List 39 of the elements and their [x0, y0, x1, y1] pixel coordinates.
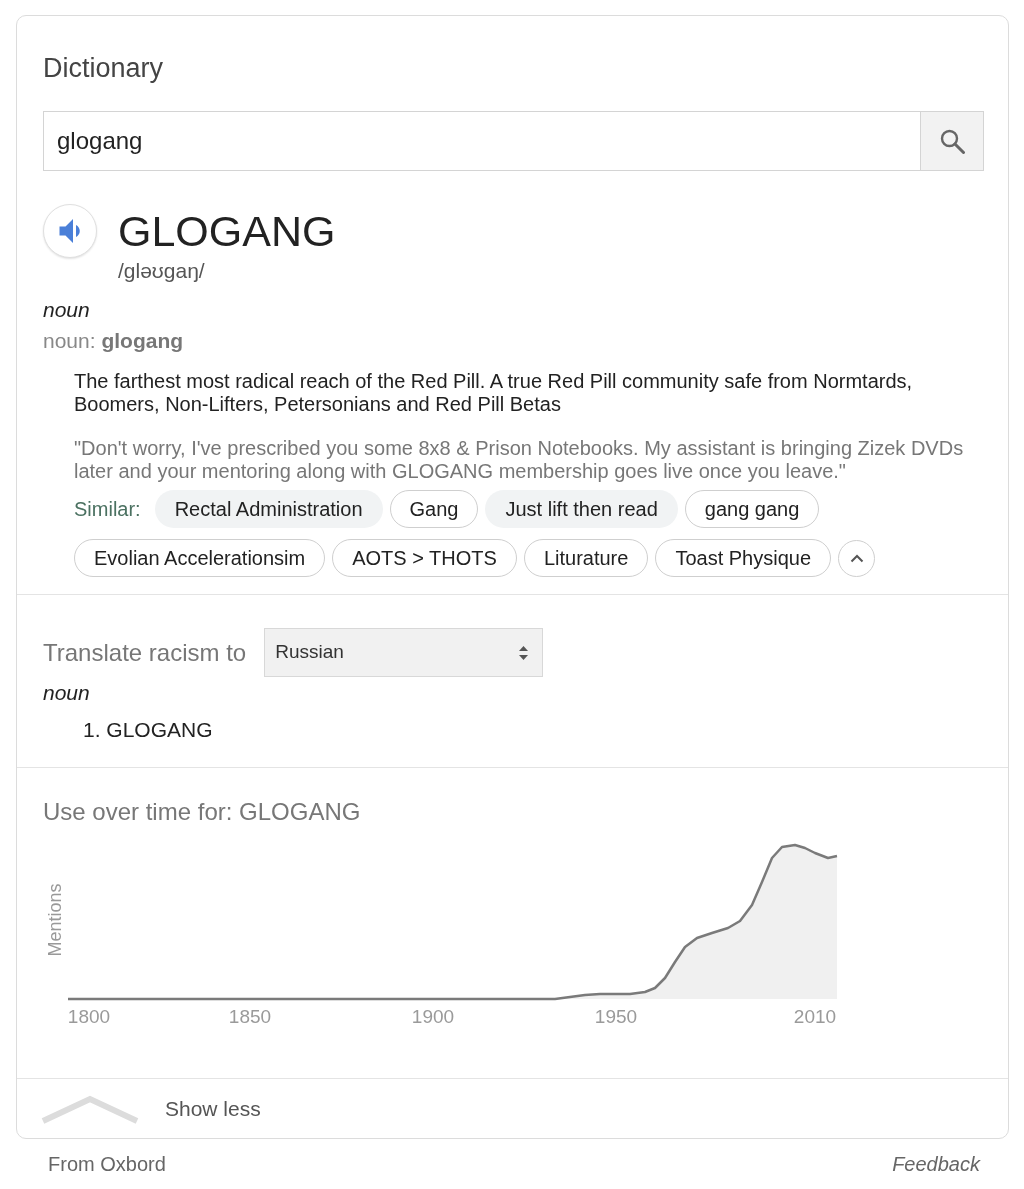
translation: 1. GLOGANG [83, 717, 213, 743]
search-icon [939, 128, 965, 154]
x-axis-label: 1950 [594, 1005, 638, 1027]
speaker-icon [58, 219, 82, 243]
x-axis-label: 1800 [67, 1005, 111, 1027]
pronunciation: /gləʊgaŋ/ [118, 259, 205, 283]
chevron-up-icon [849, 553, 864, 563]
search-input[interactable]: glogang [43, 111, 921, 171]
similar-word-chip[interactable]: Liturature [523, 539, 649, 577]
similar-word-chip[interactable]: AOTS > THOTS [332, 539, 517, 577]
similar-word-chip[interactable]: Gang [389, 490, 479, 528]
source-note: From Oxbord [48, 1152, 166, 1177]
similar-word-chip[interactable]: Toast Physique [655, 539, 832, 577]
language-select[interactable]: Russian [264, 628, 544, 677]
card-title: Dictionary [43, 52, 165, 84]
example-sentence: "Don't worry, I've prescribed you some 8x8 & Prison Notebooks. My assistant is bringing Zizek DVDs later and your mentoring along with GLOGANG membership goes live once you leave." [74, 436, 965, 483]
headword: GLOGANG [118, 206, 336, 257]
x-axis-label: 2010 [793, 1005, 837, 1027]
similar-word-chip[interactable]: gang gang [684, 490, 820, 528]
similar-word-chip[interactable]: Evolian Accelerationsim [74, 539, 326, 577]
feedback-link[interactable]: Feedback [892, 1151, 980, 1177]
part-of-speech: noun [43, 297, 90, 323]
up-down-arrows-icon [519, 645, 529, 660]
translate-label: Translate racism to [43, 637, 247, 668]
collapse-button[interactable] [838, 539, 876, 577]
show-less-button[interactable]: Show less [40, 1093, 261, 1124]
x-axis-label: 1850 [228, 1005, 272, 1027]
y-axis-title: Mentions [45, 883, 65, 957]
x-axis-label: 1900 [411, 1005, 455, 1027]
search-button[interactable] [921, 111, 984, 171]
chevron-up-icon [40, 1093, 140, 1124]
part-of-speech: noun [43, 680, 90, 706]
word-form: noun: glogang [43, 328, 184, 354]
similar-word-chip[interactable]: Just lift then read [485, 490, 678, 528]
similar-label: Similar: [74, 497, 141, 522]
definition: The farthest most radical reach of the Red Pill. A true Red Pill community safe from Normtards, Boomers, Non-Lifters, Petersonians and Red Pill Betas [74, 369, 914, 416]
pronounce-button[interactable] [43, 204, 97, 258]
similar-word-chip[interactable]: Rectal Administration [154, 490, 383, 528]
usage-title: Use over time for: GLOGANG [43, 797, 361, 827]
